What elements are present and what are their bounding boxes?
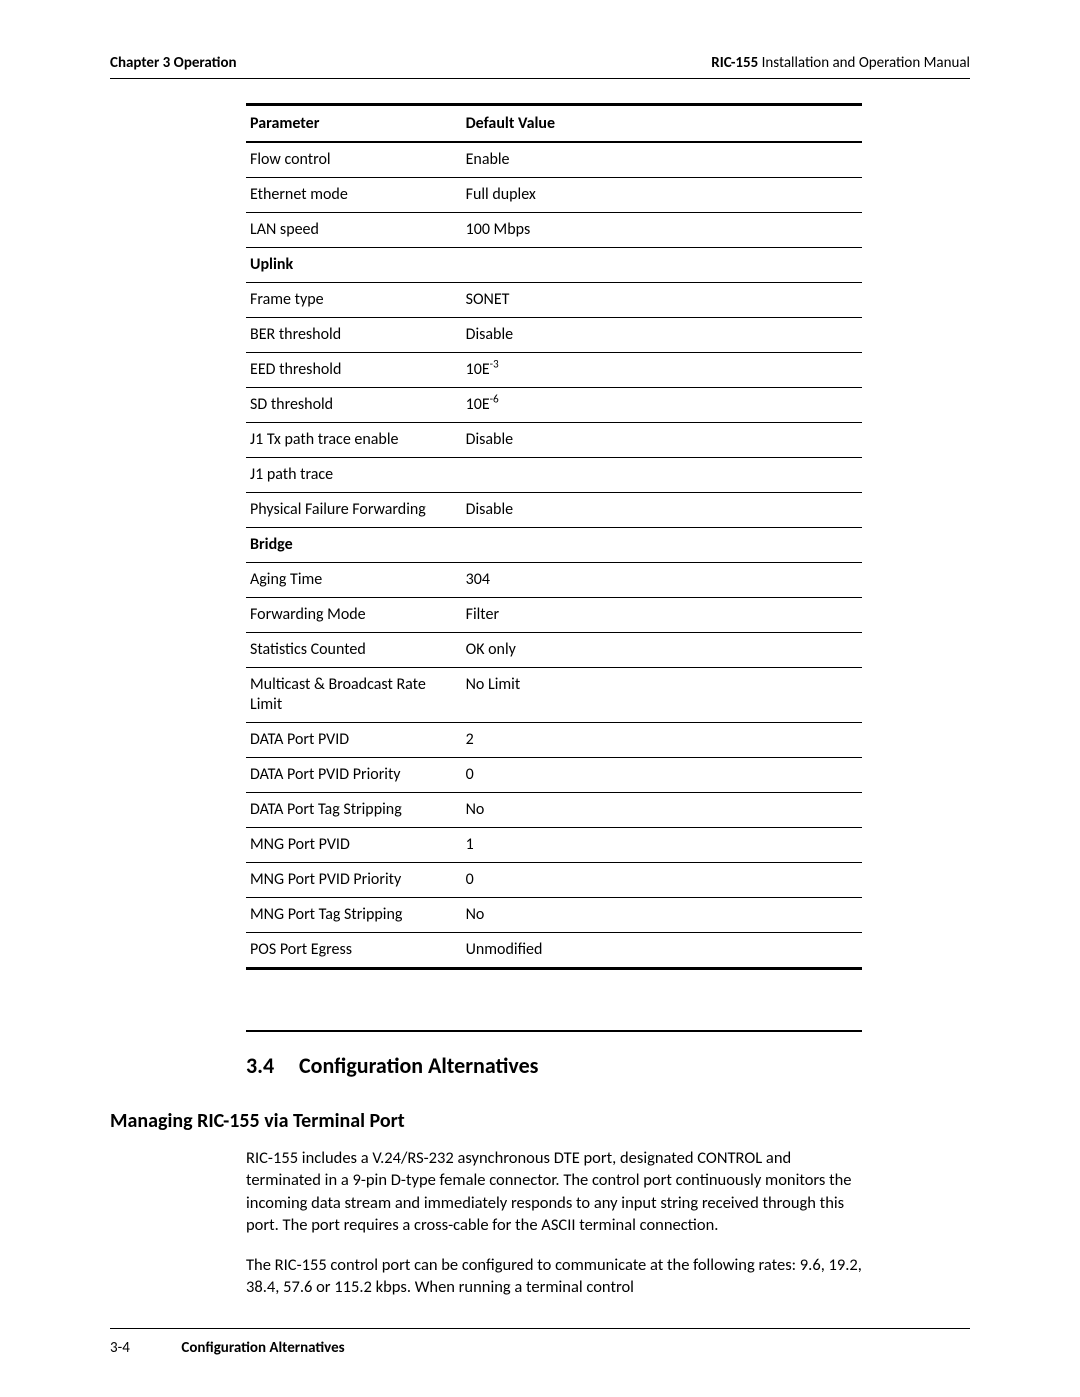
running-header: Chapter 3 Operation RIC-155 Installation… <box>110 54 970 79</box>
table-row: Ethernet modeFull duplex <box>246 178 862 213</box>
table-row: EED threshold10E-3 <box>246 353 862 388</box>
table-cell-value: Enable <box>462 142 862 178</box>
table-cell-value: 1 <box>462 828 862 863</box>
table-cell-parameter: Statistics Counted <box>246 633 462 668</box>
table-cell-parameter: Forwarding Mode <box>246 598 462 633</box>
table-row: DATA Port PVID2 <box>246 723 862 758</box>
header-right-rest: Installation and Operation Manual <box>758 54 970 72</box>
table-row: DATA Port PVID Priority0 <box>246 758 862 793</box>
table-cell-value: Full duplex <box>462 178 862 213</box>
table-cell-value: Disable <box>462 318 862 353</box>
table-cell-value: No Limit <box>462 668 862 723</box>
table-row: DATA Port Tag StrippingNo <box>246 793 862 828</box>
table-cell-parameter: Multicast & Broadcast Rate Limit <box>246 668 462 723</box>
table-cell-parameter: DATA Port PVID Priority <box>246 758 462 793</box>
section-heading: 3.4 Configuration Alternatives <box>246 1052 970 1079</box>
table-cell-value <box>462 458 862 493</box>
table-cell-parameter: Frame type <box>246 283 462 318</box>
table-row: Forwarding ModeFilter <box>246 598 862 633</box>
table-row: Bridge <box>246 528 862 563</box>
table-section-cell: Bridge <box>246 528 862 563</box>
table-cell-parameter: Flow control <box>246 142 462 178</box>
page-footer: 3-4 Configuration Alternatives <box>110 1328 970 1357</box>
header-right-bold: RIC-155 <box>711 54 758 72</box>
table-section-cell: Uplink <box>246 248 862 283</box>
table-cell-value: No <box>462 898 862 933</box>
table-row: Frame typeSONET <box>246 283 862 318</box>
parameters-table: Parameter Default Value Flow controlEnab… <box>246 103 862 970</box>
table-cell-parameter: Aging Time <box>246 563 462 598</box>
table-cell-parameter: SD threshold <box>246 388 462 423</box>
section-number: 3.4 <box>246 1052 294 1079</box>
table-cell-value: Disable <box>462 423 862 458</box>
table-row: Multicast & Broadcast Rate LimitNo Limit <box>246 668 862 723</box>
table-cell-value: Unmodified <box>462 933 862 969</box>
body-paragraph-2: The RIC-155 control port can be configur… <box>246 1254 862 1299</box>
table-row: Statistics CountedOK only <box>246 633 862 668</box>
table-cell-parameter: BER threshold <box>246 318 462 353</box>
table-cell-parameter: MNG Port PVID Priority <box>246 863 462 898</box>
table-cell-value: Disable <box>462 493 862 528</box>
table-row: J1 Tx path trace enableDisable <box>246 423 862 458</box>
table-cell-value: OK only <box>462 633 862 668</box>
table-row: J1 path trace <box>246 458 862 493</box>
table-cell-value: 10E-3 <box>462 353 862 388</box>
table-row: Physical Failure ForwardingDisable <box>246 493 862 528</box>
footer-title: Configuration Alternatives <box>181 1339 344 1357</box>
table-cell-value: No <box>462 793 862 828</box>
table-row: Aging Time304 <box>246 563 862 598</box>
footer-page-number: 3-4 <box>110 1339 178 1357</box>
table-row: POS Port EgressUnmodified <box>246 933 862 969</box>
table-row: MNG Port Tag StrippingNo <box>246 898 862 933</box>
table-header-parameter: Parameter <box>246 105 462 143</box>
table-cell-value: 2 <box>462 723 862 758</box>
section-rule <box>246 1030 862 1032</box>
header-left: Chapter 3 Operation <box>110 54 237 72</box>
table-cell-parameter: EED threshold <box>246 353 462 388</box>
table-cell-value: 100 Mbps <box>462 213 862 248</box>
table-row: SD threshold10E-6 <box>246 388 862 423</box>
table-row: Flow controlEnable <box>246 142 862 178</box>
table-cell-parameter: POS Port Egress <box>246 933 462 969</box>
body-paragraph-1: RIC-155 includes a V.24/RS-232 asynchron… <box>246 1147 862 1236</box>
table-cell-value: SONET <box>462 283 862 318</box>
table-cell-parameter: Physical Failure Forwarding <box>246 493 462 528</box>
table-cell-parameter: MNG Port Tag Stripping <box>246 898 462 933</box>
table-header-default-value: Default Value <box>462 105 862 143</box>
table-cell-value: 0 <box>462 758 862 793</box>
table-cell-value: 10E-6 <box>462 388 862 423</box>
table-row: MNG Port PVID Priority0 <box>246 863 862 898</box>
header-right: RIC-155 Installation and Operation Manua… <box>711 54 970 72</box>
table-cell-parameter: MNG Port PVID <box>246 828 462 863</box>
subsection-heading: Managing RIC-155 via Terminal Port <box>110 1109 970 1133</box>
table-cell-parameter: J1 path trace <box>246 458 462 493</box>
table-row: Uplink <box>246 248 862 283</box>
table-cell-parameter: LAN speed <box>246 213 462 248</box>
table-cell-parameter: DATA Port PVID <box>246 723 462 758</box>
section-title: Configuration Alternatives <box>299 1052 538 1079</box>
table-cell-parameter: Ethernet mode <box>246 178 462 213</box>
table-row: MNG Port PVID1 <box>246 828 862 863</box>
table-cell-value: Filter <box>462 598 862 633</box>
table-cell-parameter: DATA Port Tag Stripping <box>246 793 462 828</box>
table-row: LAN speed100 Mbps <box>246 213 862 248</box>
table-cell-parameter: J1 Tx path trace enable <box>246 423 462 458</box>
table-cell-value: 304 <box>462 563 862 598</box>
table-row: BER thresholdDisable <box>246 318 862 353</box>
table-cell-value: 0 <box>462 863 862 898</box>
